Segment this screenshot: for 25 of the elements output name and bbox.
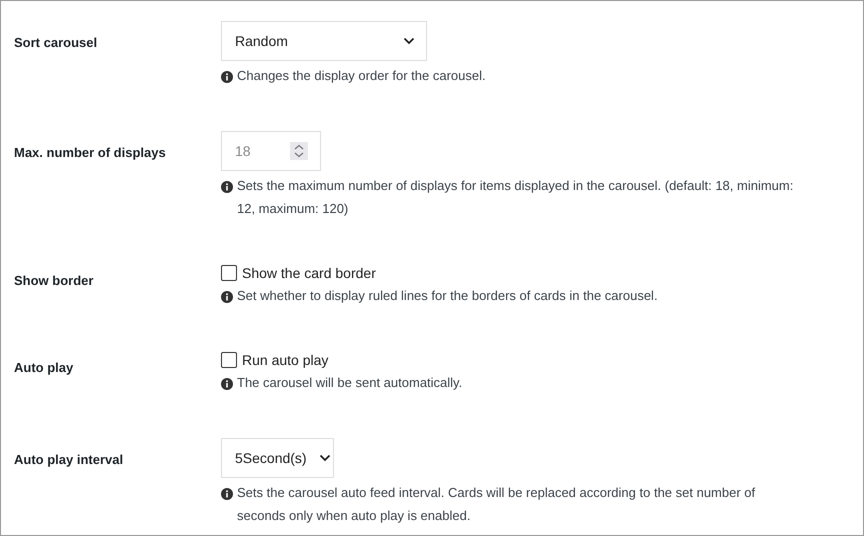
number-field[interactable]: 18 — [221, 131, 321, 171]
spinner-icon[interactable] — [290, 142, 308, 160]
dropdown[interactable]: Random — [221, 21, 427, 61]
checkbox[interactable] — [221, 352, 237, 368]
dropdown[interactable]: 5Second(s) — [221, 438, 334, 478]
setting-label: Max. number of displays — [14, 145, 166, 160]
info-icon — [221, 488, 233, 500]
help-text: Changes the display order for the carousel. — [237, 67, 486, 85]
chevron-down-icon — [318, 454, 331, 462]
setting-label: Sort carousel — [14, 35, 98, 50]
setting-label: Auto play interval — [14, 452, 124, 467]
checkbox[interactable] — [221, 265, 237, 281]
checkbox-label[interactable]: Show the card border — [242, 262, 376, 284]
setting-label: Show border — [14, 273, 94, 288]
help-text: Sets the maximum number of displays for items displayed in the carousel. (default: 18, minimum: 12, maximum: 120) — [237, 177, 794, 218]
info-icon — [221, 291, 233, 303]
help-text: Set whether to display ruled lines for the borders of cards in the carousel. — [237, 287, 658, 305]
setting-label: Auto play — [14, 360, 74, 375]
help-text: The carousel will be sent automatically. — [237, 374, 462, 392]
chevron-down-icon — [403, 37, 415, 45]
checkbox-label[interactable]: Run auto play — [242, 350, 328, 370]
help-text: Sets the carousel auto feed interval. Cards will be replaced according to the set number of seconds only when auto play is enabled. — [237, 484, 756, 525]
info-icon — [221, 378, 233, 390]
info-icon — [221, 71, 233, 83]
info-icon — [221, 181, 233, 193]
